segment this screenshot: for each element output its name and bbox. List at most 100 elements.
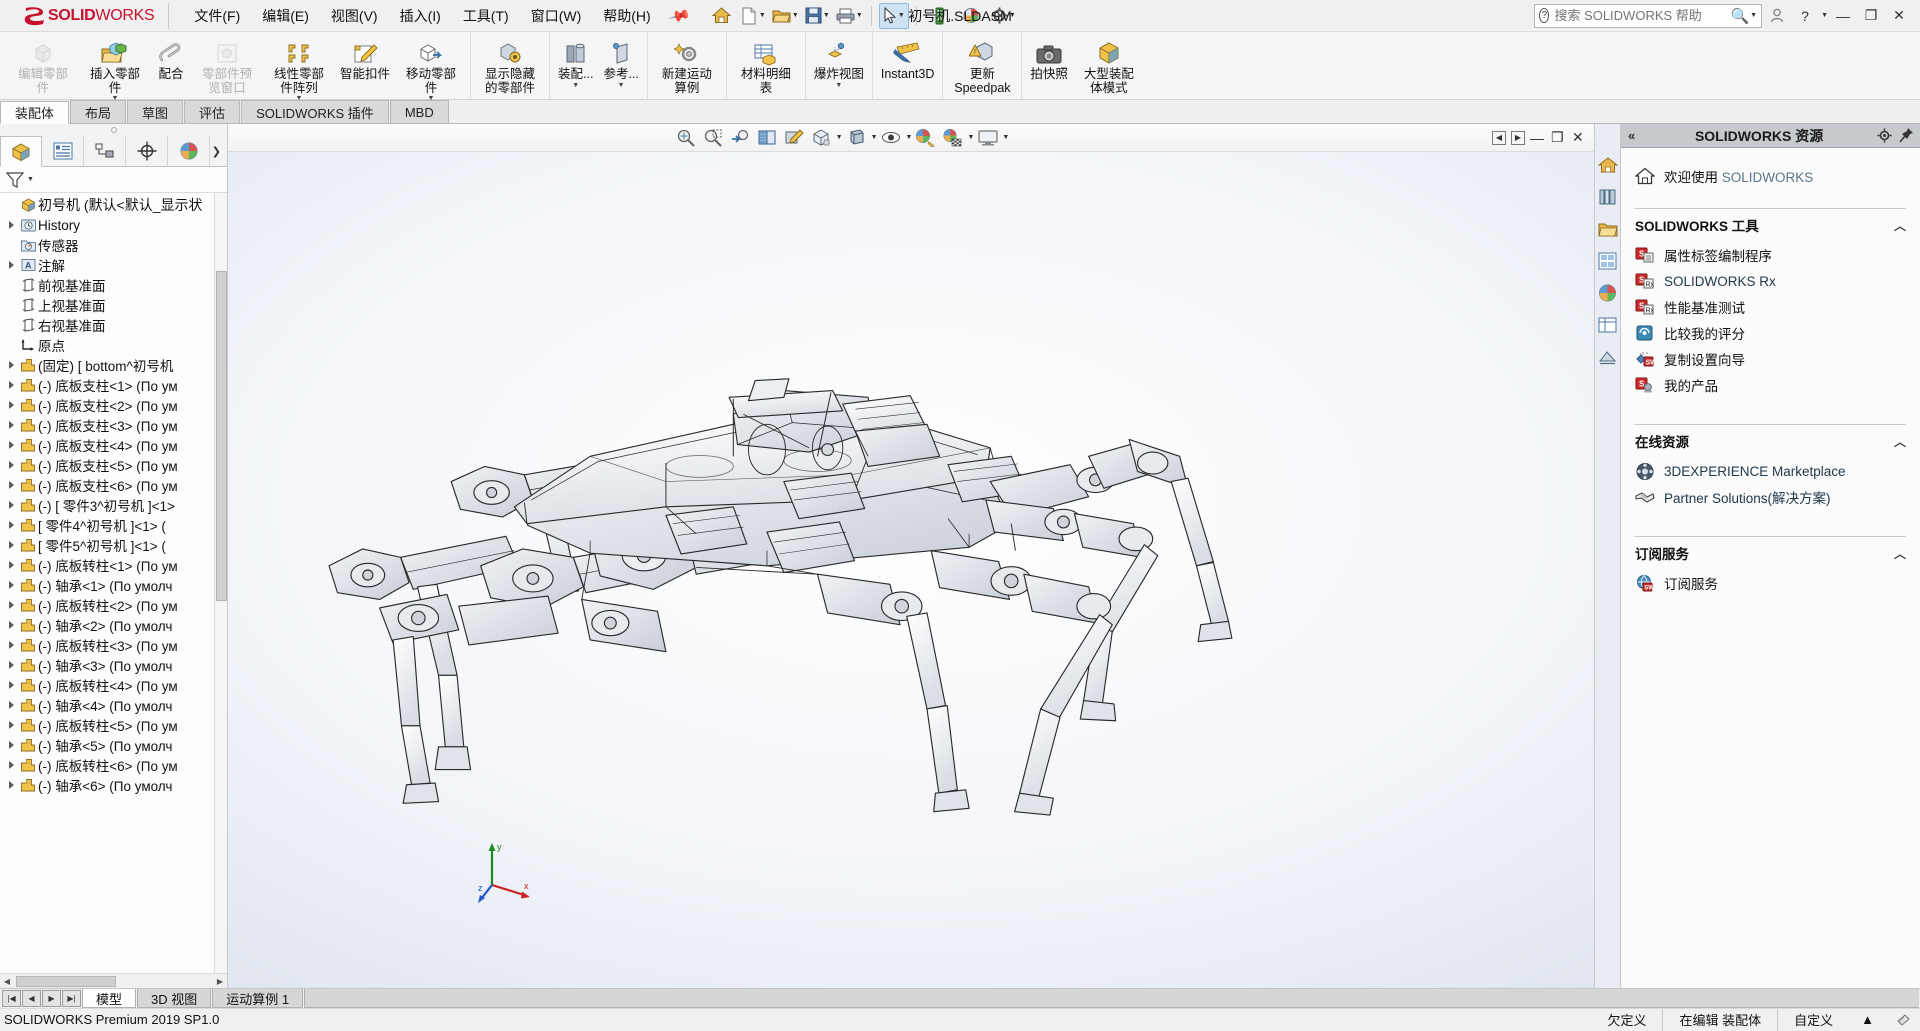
view-palette-icon[interactable] (1597, 250, 1619, 272)
tree-item[interactable]: (固定) [ bottom^初号机 (0, 355, 227, 375)
search-input[interactable] (1554, 8, 1731, 23)
bottom-tab-motion-study[interactable]: 运动算例 1 (212, 989, 304, 1008)
chevron-up-icon-online[interactable]: ︿ (1894, 433, 1906, 450)
options-caret[interactable]: ▼ (1009, 12, 1016, 19)
window-close-icon[interactable]: ✕ (1572, 129, 1588, 146)
tab-layout[interactable]: 布局 (70, 100, 127, 123)
tree-expand-arrow-icon[interactable] (4, 381, 18, 389)
tree-item[interactable]: 右视基准面 (0, 315, 227, 335)
tab-last-button[interactable]: ▶| (62, 990, 81, 1007)
hscroll-left-arrow[interactable]: ◀ (0, 977, 14, 986)
assembly-features-dropdown[interactable]: ▼ (572, 82, 579, 89)
tree-expand-arrow-icon[interactable] (4, 721, 18, 729)
window-minimize-icon[interactable]: — (1530, 130, 1546, 146)
tree-item[interactable]: (-) 底板支柱<3> (По ум (0, 415, 227, 435)
chevron-up-icon-subscription[interactable]: ︿ (1894, 545, 1906, 562)
linear-pattern-dropdown[interactable]: ▼ (296, 95, 303, 102)
item-property-tab-builder[interactable]: S 属性标签编制程序 (1635, 242, 1906, 268)
tree-expand-arrow-icon[interactable] (4, 681, 18, 689)
tree-item[interactable]: (-) 底板支柱<4> (По ум (0, 435, 227, 455)
tree-expand-arrow-icon[interactable] (4, 561, 18, 569)
open-document-caret[interactable]: ▼ (792, 12, 799, 19)
hide-show-items-caret[interactable]: ▼ (906, 134, 913, 141)
new-document-caret[interactable]: ▼ (759, 12, 766, 19)
pmi-icon[interactable] (1597, 346, 1619, 368)
section-header-tools[interactable]: SOLIDWORKS 工具 ︿ (1635, 215, 1906, 235)
tree-item[interactable]: (-) 底板转柱<4> (По ум (0, 675, 227, 695)
tree-item[interactable]: (-) 轴承<5> (По умолч (0, 735, 227, 755)
solidworks-resources-icon[interactable] (1597, 154, 1619, 176)
tree-expand-arrow-icon[interactable] (4, 481, 18, 489)
feature-tree-filter[interactable]: ▼ (0, 167, 227, 193)
dimxpert-manager-tab[interactable] (126, 136, 168, 166)
feature-manager-tab[interactable] (0, 136, 42, 167)
model-canvas[interactable]: y x z (228, 152, 1594, 988)
menu-bar[interactable]: 文件(F) 编辑(E) 视图(V) 插入(I) 工具(T) 窗口(W) 帮助(H… (183, 0, 691, 32)
apply-scene-caret[interactable]: ▼ (967, 134, 974, 141)
item-copy-settings-wizard[interactable]: SW 复制设置向导 (1635, 346, 1906, 372)
pin-icon[interactable] (1899, 128, 1913, 143)
ribbon-update-speedpak[interactable]: ! 更新 Speedpak (946, 34, 1018, 95)
tree-item[interactable]: (-) [ 零件3^初号机 ]<1> (0, 495, 227, 515)
ribbon-take-snapshot[interactable]: 拍快照 (1025, 34, 1073, 82)
ribbon-show-hidden[interactable]: 显示隐藏的零部件 (474, 34, 546, 95)
tree-expand-arrow-icon[interactable] (4, 401, 18, 409)
tree-item[interactable]: (-) 底板转柱<3> (По ум (0, 635, 227, 655)
edit-appearance-icon[interactable] (912, 125, 939, 150)
select-tool-button[interactable]: ▼ (879, 2, 910, 29)
tree-item[interactable]: 原点 (0, 335, 227, 355)
menu-item-window[interactable]: 窗口(W) (520, 2, 593, 30)
ribbon-component-preview[interactable]: 零部件预览窗口 (191, 34, 263, 95)
ribbon-exploded-view[interactable]: 爆炸视图 ▼ (809, 34, 869, 89)
item-my-products[interactable]: S 我的产品 (1635, 372, 1906, 398)
view-settings-caret[interactable]: ▼ (1002, 134, 1009, 141)
tree-expand-arrow-icon[interactable] (4, 361, 18, 369)
tree-item[interactable]: (-) 轴承<3> (По умолч (0, 655, 227, 675)
panel-resize-handle[interactable] (0, 124, 227, 136)
feature-tree[interactable]: 初号机 (默认<默认_显示状 History 传感器 A 注解 前视基准面 上视基准面 右视基… (0, 193, 227, 973)
tree-item[interactable]: (-) 轴承<2> (По умолч (0, 615, 227, 635)
hide-show-items-icon[interactable] (878, 125, 905, 150)
tree-item[interactable]: [ 零件5^初号机 ]<1> ( (0, 535, 227, 555)
tree-item[interactable]: (-) 底板支柱<2> (По ум (0, 395, 227, 415)
measure-button[interactable] (924, 3, 954, 29)
exploded-view-dropdown[interactable]: ▼ (835, 82, 842, 89)
display-manager-tab[interactable] (168, 136, 210, 166)
print-caret[interactable]: ▼ (856, 12, 863, 19)
ribbon-large-assembly-mode[interactable]: 大型装配体模式 (1073, 34, 1145, 95)
open-document-button[interactable]: ▼ (770, 3, 800, 29)
close-button[interactable]: ✕ (1886, 3, 1912, 29)
tree-expand-arrow-icon[interactable] (4, 701, 18, 709)
ribbon-assembly-features[interactable]: 装配... ▼ (553, 34, 598, 89)
ribbon-mate[interactable]: 配合 (151, 34, 191, 82)
graphics-area[interactable]: ▼ ▼ ▼ ▼ ▼ ◀ ▶ — ❐ ✕ y x z (228, 124, 1594, 988)
tree-expand-arrow-icon[interactable] (4, 601, 18, 609)
apply-appearance-icon[interactable] (781, 125, 808, 150)
previous-view-icon[interactable] (727, 125, 754, 150)
search-caret[interactable]: ▼ (1750, 12, 1757, 19)
ribbon-insert-component[interactable]: 插入零部件 ▼ (79, 34, 151, 102)
tree-expand-arrow-icon[interactable] (4, 261, 18, 269)
tree-expand-arrow-icon[interactable] (4, 641, 18, 649)
tree-item[interactable]: (-) 底板支柱<6> (По ум (0, 475, 227, 495)
feature-tree-scrollbar[interactable] (214, 193, 227, 973)
ribbon-move-component[interactable]: 移动零部件 ▼ (395, 34, 467, 102)
menu-item-tools[interactable]: 工具(T) (452, 2, 520, 30)
insert-component-dropdown[interactable]: ▼ (112, 95, 119, 102)
tab-next-button[interactable]: ▶ (42, 990, 61, 1007)
tab-prev-button[interactable]: ◀ (22, 990, 41, 1007)
item-performance-benchmark[interactable]: S Rx 性能基准测试 (1635, 294, 1906, 320)
feature-manager-tab-overflow[interactable]: ❯ (210, 136, 227, 166)
appearance-button[interactable] (956, 3, 986, 29)
custom-properties-icon[interactable] (1597, 314, 1619, 336)
configuration-manager-tab[interactable] (84, 136, 126, 166)
menu-item-insert[interactable]: 插入(I) (389, 2, 452, 30)
status-resize-grip[interactable] (1886, 1009, 1920, 1031)
section-header-subscription[interactable]: 订阅服务 ︿ (1635, 543, 1906, 563)
menu-item-edit[interactable]: 编辑(E) (251, 2, 320, 30)
tree-expand-arrow-icon[interactable] (4, 761, 18, 769)
help-caret[interactable]: ▼ (1821, 12, 1828, 19)
welcome-solidworks-item[interactable]: 欢迎使用 SOLIDWORKS (1635, 166, 1906, 186)
bottom-tab-model[interactable]: 模型 (82, 989, 137, 1008)
tree-item[interactable]: History (0, 215, 227, 235)
